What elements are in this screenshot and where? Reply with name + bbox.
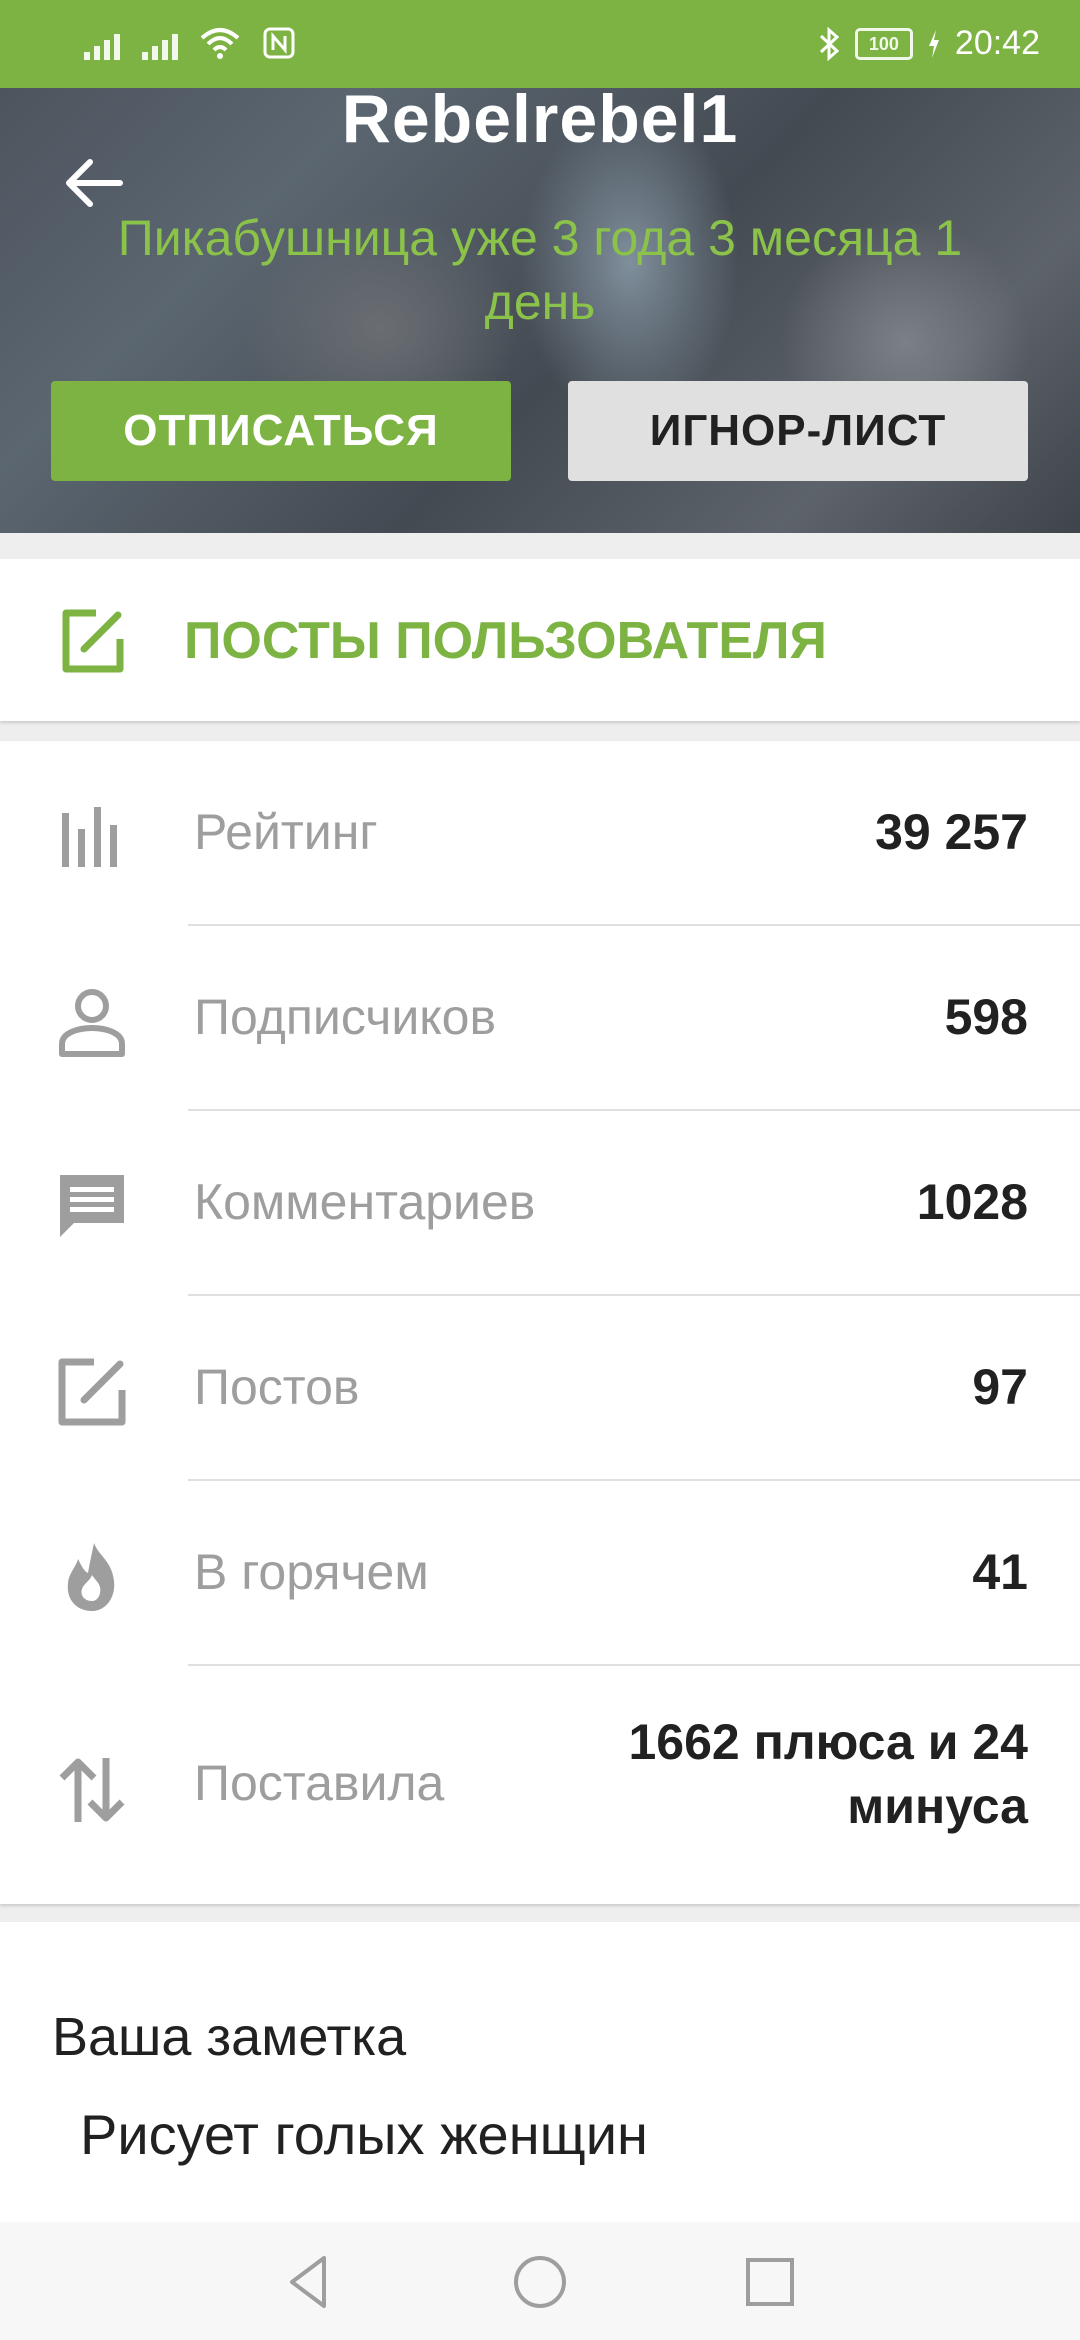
note-title: Ваша заметка — [52, 2007, 407, 2067]
hot-flame-icon — [54, 1539, 130, 1615]
charging-icon — [928, 29, 939, 58]
battery-icon: 100 — [854, 27, 913, 60]
status-time: 20:42 — [954, 24, 1040, 62]
triangle-back-icon — [290, 2256, 326, 2308]
stat-value: 97 — [972, 1359, 1028, 1415]
stat-row-posts: Постов 97 — [0, 1296, 1080, 1481]
bluetooth-icon — [819, 26, 840, 61]
stat-row-comments: Комментариев 1028 — [0, 1111, 1080, 1296]
circle-home-icon — [514, 2256, 566, 2308]
nav-home-button[interactable] — [508, 2250, 572, 2314]
signal-icon — [142, 26, 178, 60]
stat-label: Рейтинг — [194, 804, 378, 860]
stat-value: 598 — [944, 989, 1028, 1045]
stat-label: Поставила — [194, 1755, 445, 1811]
nav-recents-button[interactable] — [738, 2250, 802, 2314]
status-left-icons — [84, 26, 296, 60]
stat-value: 1662 плюса и 24 минуса — [628, 1714, 1029, 1834]
stat-row-votes: Поставила 1662 плюса и 24 минуса — [0, 1666, 1080, 1904]
stats-card: Рейтинг 39 257 Подписчиков 598 Комментар… — [0, 741, 1080, 1904]
profile-header: Rebelrebel1 Пикабушница уже 3 года 3 мес… — [0, 88, 1080, 533]
note-text[interactable]: Рисует голых женщин — [80, 2102, 648, 2167]
unsubscribe-button[interactable]: ОТПИСАТЬСЯ — [51, 381, 511, 481]
rating-bars-icon — [54, 799, 130, 875]
status-right: 100 20:42 — [817, 24, 1040, 63]
signal-icon — [84, 26, 120, 60]
edit-square-icon — [54, 1354, 130, 1430]
stat-value: 39 257 — [875, 804, 1028, 860]
stat-label: Подписчиков — [194, 989, 497, 1045]
stat-row-subscribers: Подписчиков 598 — [0, 926, 1080, 1111]
stat-row-rating: Рейтинг 39 257 — [0, 741, 1080, 926]
nfc-icon — [263, 27, 295, 59]
stat-value: 1028 — [916, 1174, 1028, 1230]
comment-icon — [54, 1169, 130, 1245]
stat-value: 41 — [972, 1544, 1028, 1600]
username: Rebelrebel1 — [341, 88, 739, 157]
stat-label: Постов — [194, 1359, 360, 1415]
user-posts-link[interactable]: ПОСТЫ ПОЛЬЗОВАТЕЛЯ — [0, 559, 1080, 721]
swap-vertical-icon — [54, 1752, 130, 1828]
edit-square-icon — [58, 607, 126, 675]
status-bar: 100 20:42 — [0, 0, 1080, 88]
nav-back-button[interactable] — [278, 2250, 342, 2314]
system-nav-bar — [0, 2222, 1080, 2340]
wifi-icon — [200, 28, 240, 59]
stat-row-hot: В горячем 41 — [0, 1481, 1080, 1666]
ignore-list-button[interactable]: ИГНОР-ЛИСТ — [568, 381, 1028, 481]
user-note-card[interactable]: Ваша заметка Рисует голых женщин — [0, 1922, 1080, 2222]
user-posts-label: ПОСТЫ ПОЛЬЗОВАТЕЛЯ — [184, 612, 827, 670]
stat-label: Комментариев — [194, 1174, 536, 1230]
square-recents-icon — [746, 2258, 794, 2306]
stat-label: В горячем — [194, 1544, 429, 1600]
person-icon — [54, 984, 130, 1060]
member-since: Пикабушница уже 3 года 3 месяца 1 день — [117, 210, 963, 330]
